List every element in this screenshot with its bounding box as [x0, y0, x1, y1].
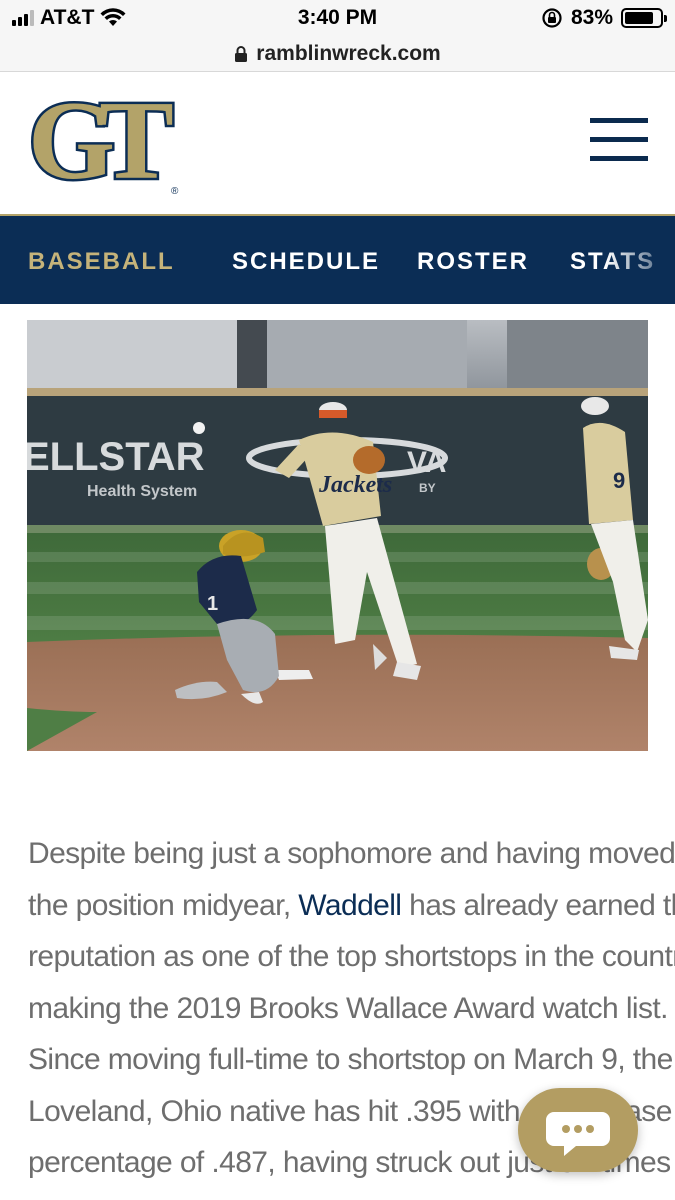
lock-icon — [235, 45, 248, 62]
player-link-waddell[interactable]: Waddell — [298, 889, 402, 922]
site-header: GT ® — [0, 72, 675, 214]
status-bar: AT&T 3:40 PM 83% — [0, 0, 675, 36]
second-baseman-jersey-number: 9 — [613, 468, 625, 493]
hamburger-menu-icon[interactable] — [590, 118, 648, 164]
logo-registered-mark: ® — [171, 186, 179, 197]
url-text[interactable]: ramblinwreck.com — [256, 42, 440, 66]
wall-sponsor-1: ELLSTAR — [27, 435, 205, 479]
logo-text: GT — [28, 90, 173, 198]
chat-button[interactable] — [518, 1088, 638, 1172]
rotation-lock-icon — [542, 8, 562, 28]
battery-fill — [625, 12, 654, 24]
sport-nav: BASEBALL SCHEDULE ROSTER STATS — [0, 214, 675, 304]
address-bar[interactable]: ramblinwreck.com — [0, 36, 675, 72]
wall-sponsor-2-sub: BY — [419, 481, 436, 495]
article-line: reputation as one of the top shortstops … — [28, 940, 675, 973]
article-line: Despite being just a sophomore and havin… — [28, 837, 675, 870]
article-photo: ELLSTAR Health System VA BY 1 Jackets 9 — [27, 320, 648, 751]
article-line: the position midyear, Waddell has alread… — [28, 880, 675, 932]
wall-sponsor-1-sub: Health System — [87, 483, 197, 500]
nav-item-schedule[interactable]: SCHEDULE — [232, 248, 380, 276]
article-text: has already earned the — [401, 888, 675, 922]
battery-icon — [621, 8, 667, 28]
runner-jersey-number: 1 — [207, 593, 218, 615]
nav-item-baseball[interactable]: BASEBALL — [28, 248, 175, 276]
shortstop-jersey-script: Jackets — [318, 472, 392, 498]
article-text: the position midyear, — [28, 888, 299, 922]
article-line: making the 2019 Brooks Wallace Award wat… — [28, 991, 668, 1025]
gt-logo[interactable]: GT ® — [28, 90, 200, 198]
nav-item-roster[interactable]: ROSTER — [417, 248, 529, 276]
nav-item-stats[interactable]: STATS — [570, 248, 655, 276]
status-right: 83% — [541, 6, 667, 30]
battery-percent: 83% — [570, 6, 613, 29]
wall-sponsor-2: VA — [407, 446, 446, 479]
baseball-photo: ELLSTAR Health System VA BY 1 Jackets 9 — [27, 320, 648, 751]
article-line: Since moving full-time to shortstop on M… — [28, 1043, 673, 1076]
chat-bubble-icon — [546, 1112, 610, 1156]
